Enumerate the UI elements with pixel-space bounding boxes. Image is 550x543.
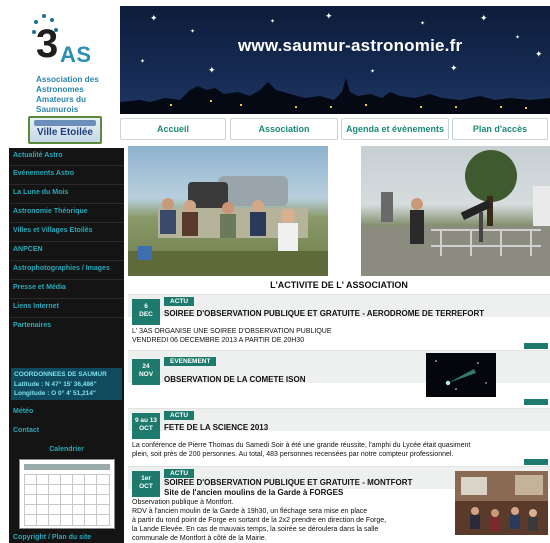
sidebar-divider bbox=[9, 222, 124, 223]
sidebar-item-astrophotos[interactable]: Astrophotographies / Images bbox=[13, 265, 110, 272]
sidebar-divider bbox=[9, 203, 124, 204]
sidebar-item-evenements[interactable]: Evénements Astro bbox=[13, 170, 74, 177]
article-item: 1er OCT ACTU SOIREE D'OBSERVATION PUBLIQ… bbox=[128, 466, 550, 543]
read-more-button[interactable] bbox=[524, 459, 548, 465]
read-more-button[interactable] bbox=[524, 343, 548, 349]
sidebar-item-astronomie[interactable]: Astronomie Théorique bbox=[13, 208, 88, 215]
article-body-line: la Lande Elevée. En cas de mauvais temps… bbox=[132, 526, 379, 533]
sidebar-item-meteo[interactable]: Météo bbox=[13, 408, 33, 415]
article-tag: ACTU bbox=[164, 469, 195, 478]
article-title[interactable]: SOIREE D'OBSERVATION PUBLIQUE ET GRATUIT… bbox=[164, 309, 484, 318]
sidebar-item-lune[interactable]: La Lune du Mois bbox=[13, 189, 68, 196]
logo-letters: AS bbox=[60, 42, 92, 67]
conference-room-image[interactable] bbox=[455, 471, 548, 535]
sidebar-info-panel: COORDONNEES DE SAUMUR Latitude : N 47° 1… bbox=[9, 366, 124, 543]
article-date: 9 au 13 OCT bbox=[132, 413, 160, 439]
date-month: DEC bbox=[139, 311, 153, 318]
article-date: 24 NOV bbox=[132, 359, 160, 385]
date-day: 24 bbox=[142, 363, 150, 370]
latitude-value: Latitude : N 47° 15' 36,486" bbox=[14, 381, 97, 388]
date-day: 6 bbox=[144, 303, 148, 310]
sidebar-divider bbox=[9, 260, 124, 261]
sidebar-divider bbox=[9, 184, 124, 185]
site-logo[interactable]: 3 AS Association des Astronomes Amateurs… bbox=[6, 6, 116, 118]
article-body-line: à partir du rond point de Forge en sorta… bbox=[132, 517, 387, 524]
ville-etoilee-badge[interactable]: Ville Etoilée bbox=[28, 116, 102, 144]
article-item: 24 NOV EVENEMENT OBSERVATION DE LA COMET… bbox=[128, 350, 550, 406]
date-month: OCT bbox=[139, 483, 153, 490]
sidebar-item-copyright[interactable]: Copyright / Plan du site bbox=[13, 534, 91, 541]
nav-accueil[interactable]: Accueil bbox=[120, 118, 226, 140]
site-url-title: www.saumur-astronomie.fr bbox=[238, 36, 463, 55]
article-body-line: communale de Montfort à côté de la Mairi… bbox=[132, 535, 267, 542]
nav-plan-acces[interactable]: Plan d'accès bbox=[452, 118, 548, 140]
section-title: L'ACTIVITE DE L' ASSOCIATION bbox=[270, 280, 408, 290]
date-day: 1er bbox=[141, 475, 151, 482]
article-body-line: Observation publique à Montfort. bbox=[132, 499, 234, 506]
sidebar-menu: Actualité Astro Evénements Astro La Lune… bbox=[9, 148, 124, 366]
nav-association[interactable]: Association bbox=[230, 118, 338, 140]
logo-caption: Association des Astronomes Amateurs du S… bbox=[36, 75, 99, 114]
sidebar-item-partenaires[interactable]: Partenaires bbox=[13, 322, 51, 329]
article-body-line: VENDREDI 06 DECEMBRE 2013 A PARTIR DE 20… bbox=[132, 337, 305, 344]
logo-mark: 3 AS bbox=[30, 12, 106, 70]
sidebar-item-contact[interactable]: Contact bbox=[13, 427, 39, 434]
telescope-setup-photo[interactable] bbox=[361, 146, 550, 276]
sidebar-divider bbox=[9, 317, 124, 318]
date-month: OCT bbox=[139, 425, 153, 432]
header-banner: ✦ ✦ ✦ ✦ ✦ ✦ ✦ ✦ ✦ ✦ ✦ ✦ www.saumur-astro… bbox=[120, 6, 550, 114]
sidebar-item-liens[interactable]: Liens Internet bbox=[13, 303, 59, 310]
calendar-widget[interactable] bbox=[19, 459, 115, 529]
article-body-line: La conférence de Pierre Thomas du Samedi… bbox=[132, 442, 471, 449]
date-month: NOV bbox=[138, 371, 154, 378]
article-date: 1er OCT bbox=[132, 471, 160, 497]
sidebar-item-anpcen[interactable]: ANPCEN bbox=[13, 246, 43, 253]
sidebar-divider bbox=[9, 165, 124, 166]
article-tag: ACTU bbox=[164, 297, 195, 306]
sidebar-divider bbox=[9, 298, 124, 299]
sidebar-divider bbox=[9, 241, 124, 242]
sidebar-item-villes[interactable]: Villes et Villages Etoilés bbox=[13, 227, 93, 234]
read-more-button[interactable] bbox=[524, 399, 548, 405]
article-body-line: plein, soit près de 200 personnes. Au to… bbox=[132, 451, 454, 458]
calendar-grid bbox=[24, 474, 110, 526]
coordinates-title: COORDONNEES DE SAUMUR bbox=[14, 371, 107, 378]
calendar-header bbox=[24, 464, 110, 470]
activity-photos bbox=[128, 146, 550, 278]
article-date: 6 DEC bbox=[132, 299, 160, 325]
longitude-value: Longitude : O 0° 4' 51,214" bbox=[14, 390, 96, 397]
article-title[interactable]: OBSERVATION DE LA COMETE ISON bbox=[164, 375, 306, 384]
logo-number: 3 bbox=[36, 22, 59, 66]
date-day: 9 au 13 bbox=[134, 417, 158, 424]
sidebar-item-actualite[interactable]: Actualité Astro bbox=[13, 152, 63, 159]
article-body-line: RDV à l'ancien moulin de la Garde à 19h3… bbox=[132, 508, 368, 515]
coordinates-box: COORDONNEES DE SAUMUR Latitude : N 47° 1… bbox=[11, 368, 122, 400]
article-tag: ACTU bbox=[164, 411, 195, 420]
article-subtitle: Site de l'ancien moulins de la Garde à F… bbox=[164, 488, 344, 497]
calendar-title: Calendrier bbox=[49, 446, 84, 453]
comet-image[interactable] bbox=[426, 353, 496, 397]
article-item: 6 DEC ACTU SOIREE D'OBSERVATION PUBLIQUE… bbox=[128, 294, 550, 349]
article-tag: EVENEMENT bbox=[164, 357, 217, 366]
article-title[interactable]: FETE DE LA SCIENCE 2013 bbox=[164, 423, 268, 432]
city-skyline-image bbox=[120, 78, 550, 114]
nav-agenda[interactable]: Agenda et évènements bbox=[341, 118, 449, 140]
sidebar-item-presse[interactable]: Presse et Média bbox=[13, 284, 66, 291]
ville-etoilee-label: Ville Etoilée bbox=[37, 127, 93, 138]
article-title[interactable]: SOIREE D'OBSERVATION PUBLIQUE ET GRATUIT… bbox=[164, 478, 412, 487]
article-body-line: L' 3AS ORGANISE UNE SOIREE D'OBSERVATION… bbox=[132, 328, 332, 335]
group-observation-photo[interactable] bbox=[128, 146, 328, 276]
article-item: 9 au 13 OCT ACTU FETE DE LA SCIENCE 2013… bbox=[128, 408, 550, 465]
sidebar-divider bbox=[9, 279, 124, 280]
